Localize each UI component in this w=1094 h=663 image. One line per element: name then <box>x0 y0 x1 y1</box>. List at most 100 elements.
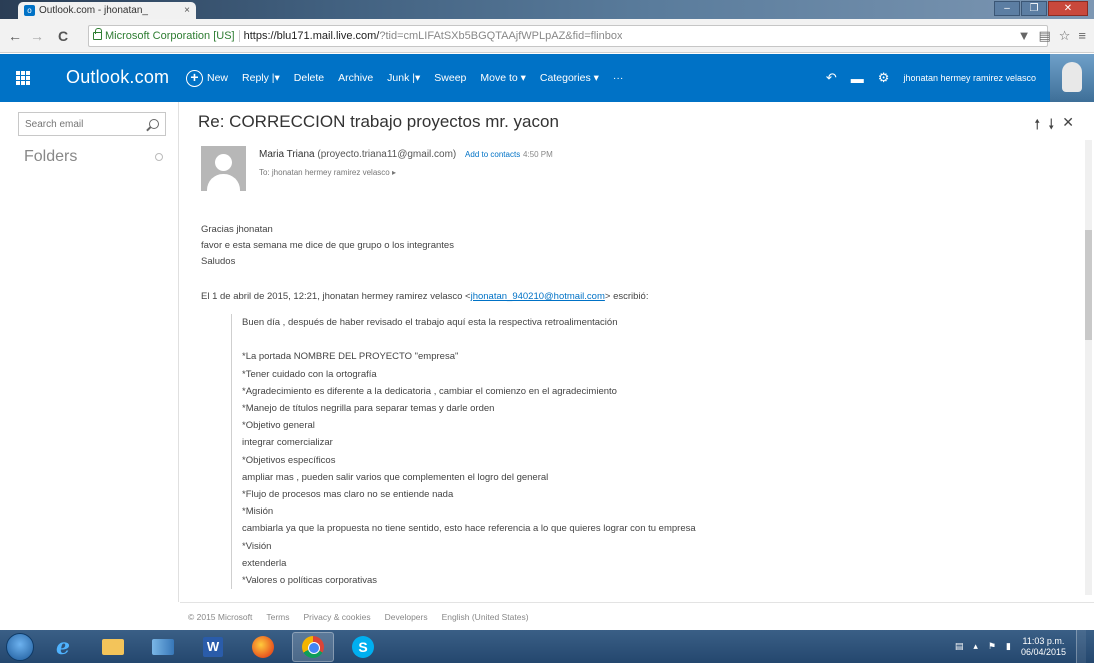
archive-button[interactable]: Archive <box>338 72 373 84</box>
quoted-line: Buen día , después de haber revisado el … <box>242 317 618 328</box>
messaging-icon[interactable]: ▬ <box>851 71 864 86</box>
address-bar-icons: ▼ ▤ ☆ ≡ <box>1018 28 1086 44</box>
reload-icon[interactable]: C <box>58 28 68 44</box>
network-signal-icon[interactable]: ▮ <box>1006 641 1011 652</box>
tab-close-icon[interactable]: × <box>184 5 190 16</box>
sender-avatar <box>201 146 246 191</box>
folders-toggle-icon[interactable] <box>155 153 163 161</box>
body-line: Gracias jhonatan <box>201 224 273 235</box>
privacy-link[interactable]: Privacy & cookies <box>304 612 371 622</box>
folders-heading[interactable]: Folders <box>24 148 77 166</box>
system-clock[interactable]: 11:03 p.m. 06/04/2015 <box>1021 636 1066 658</box>
gear-icon[interactable]: ⚙ <box>878 70 890 86</box>
undo-icon[interactable]: ↶ <box>826 70 837 86</box>
minimize-button[interactable]: – <box>994 1 1020 16</box>
sweep-button[interactable]: Sweep <box>434 72 466 84</box>
quoted-line: *Agradecimiento es diferente a la dedica… <box>242 385 617 397</box>
clock-date: 06/04/2015 <box>1020 646 1066 657</box>
folder-icon <box>102 638 124 655</box>
quoted-line: *Tener cuidado con la ortografía <box>242 368 377 380</box>
browser-tab-outlook[interactable]: o Outlook.com - jhonatan_ × <box>18 2 196 19</box>
clock-time: 11:03 p.m. <box>1022 635 1065 646</box>
reading-pane-scrollbar[interactable] <box>1085 140 1092 595</box>
waffle-icon <box>16 71 30 85</box>
user-name[interactable]: jhonatan hermey ramirez velasco <box>903 73 1036 83</box>
tray-arrow-icon[interactable]: ▴ <box>973 641 978 652</box>
maximize-button[interactable]: ❐ <box>1021 1 1047 16</box>
page-footer: © 2015 Microsoft Terms Privacy & cookies… <box>180 602 1094 630</box>
star-icon[interactable]: ☆ <box>1059 28 1071 44</box>
move-to-button[interactable]: Move to ▾ <box>480 72 526 84</box>
quoted-line: *La portada NOMBRE DEL PROYECTO "empresa… <box>242 351 459 363</box>
browser-address-bar: ← → C Microsoft Corporation [US] https:/… <box>0 19 1094 53</box>
ev-label: Microsoft Corporation [US] <box>105 30 235 42</box>
url-host: https://blu171.mail.live.com/ <box>243 30 380 42</box>
terms-link[interactable]: Terms <box>266 612 289 622</box>
add-to-contacts-link[interactable]: Add to contacts <box>465 150 520 159</box>
taskbar-chrome[interactable] <box>292 631 334 662</box>
flag-icon[interactable]: ⚑ <box>988 641 996 652</box>
previous-message-icon[interactable]: 🠕 <box>1034 114 1040 138</box>
sender-email: (proyecto.triana11@gmail.com) <box>317 149 457 160</box>
taskbar-network[interactable] <box>142 632 184 662</box>
message-subject: Re: CORRECCION trabajo proyectos mr. yac… <box>198 112 559 131</box>
quoted-sender-email-link[interactable]: jhonatan_940210@hotmail.com <box>471 291 605 302</box>
taskbar-skype[interactable]: S <box>342 632 384 662</box>
network-icon <box>152 638 174 655</box>
back-arrow-icon[interactable]: ← <box>8 28 22 44</box>
reading-pane: Re: CORRECCION trabajo proyectos mr. yac… <box>180 102 1094 602</box>
url-path: ?tid=cmLIFAtSXb5BGQTAAjfWPLpAZ&fid=flinb… <box>379 30 623 42</box>
categories-button[interactable]: Categories ▾ <box>540 72 599 84</box>
sender-name[interactable]: Maria Triana <box>259 149 315 160</box>
ev-certificate-badge[interactable]: Microsoft Corporation [US] <box>93 28 240 42</box>
user-avatar[interactable] <box>1050 54 1094 102</box>
menu-icon[interactable]: ≡ <box>1078 28 1086 44</box>
taskbar-file-explorer[interactable] <box>92 632 134 662</box>
scrollbar-thumb[interactable] <box>1085 230 1092 340</box>
page-icon[interactable]: ▤ <box>1038 28 1050 44</box>
firefox-icon <box>252 635 274 658</box>
search-icon[interactable] <box>149 119 159 129</box>
reply-button[interactable]: Reply |▾ <box>242 72 280 84</box>
search-input[interactable] <box>25 118 149 130</box>
header-right: ↶ ▬ ⚙ jhonatan hermey ramirez velasco <box>826 54 1094 102</box>
start-button[interactable] <box>6 632 34 661</box>
filter-icon[interactable]: ▼ <box>1018 28 1031 44</box>
app-launcher-button[interactable] <box>0 54 46 102</box>
more-actions-button[interactable]: ··· <box>613 72 624 84</box>
taskbar-internet-explorer[interactable]: e <box>42 632 84 662</box>
lock-icon <box>93 28 102 40</box>
url-omnibox[interactable]: Microsoft Corporation [US] https://blu17… <box>88 25 1048 47</box>
quote-header: El 1 de abril de 2015, 12:21, jhonatan h… <box>201 291 648 302</box>
quoted-message: Buen día , después de haber revisado el … <box>231 314 871 590</box>
close-window-button[interactable]: ✕ <box>1048 1 1088 16</box>
plus-circle-icon: + <box>186 69 203 87</box>
junk-button[interactable]: Junk |▾ <box>387 72 420 84</box>
body-line: Saludos <box>201 256 236 267</box>
body-line: favor e esta semana me dice de que grupo… <box>201 240 454 251</box>
copyright-text: © 2015 Microsoft <box>188 611 253 622</box>
new-button[interactable]: + New <box>186 69 228 87</box>
language-bar-icon[interactable]: ▤ <box>955 641 964 652</box>
skype-icon: S <box>352 635 374 658</box>
quoted-line: cambiarla ya que la propuesta no tiene s… <box>242 523 696 535</box>
quote-header-suffix: > escribió: <box>604 291 649 302</box>
developers-link[interactable]: Developers <box>385 612 428 622</box>
language-link[interactable]: English (United States) <box>442 612 529 622</box>
taskbar-word[interactable]: W <box>192 632 234 662</box>
delete-button[interactable]: Delete <box>294 72 324 84</box>
forward-arrow-icon[interactable]: → <box>30 28 44 44</box>
quote-header-prefix: El 1 de abril de 2015, 12:21, jhonatan h… <box>201 291 471 302</box>
message-navigation: 🠕 🠗 ✕ <box>1034 114 1074 138</box>
recipient-line[interactable]: To: jhonatan hermey ramirez velasco ▸ <box>259 168 396 177</box>
close-message-icon[interactable]: ✕ <box>1062 114 1074 138</box>
taskbar-firefox[interactable] <box>242 632 284 662</box>
quoted-line: integrar comercializar <box>242 437 333 449</box>
quoted-line: *Valores o políticas corporativas <box>242 575 377 587</box>
next-message-icon[interactable]: 🠗 <box>1048 114 1054 138</box>
quoted-line: extenderla <box>242 557 287 569</box>
browser-tab-strip: o Outlook.com - jhonatan_ × – ❐ ✕ <box>0 0 1094 19</box>
show-desktop-button[interactable] <box>1076 630 1086 663</box>
outlook-brand[interactable]: Outlook.com <box>66 67 169 88</box>
outlook-header: Outlook.com + New Reply |▾ Delete Archiv… <box>0 54 1094 102</box>
